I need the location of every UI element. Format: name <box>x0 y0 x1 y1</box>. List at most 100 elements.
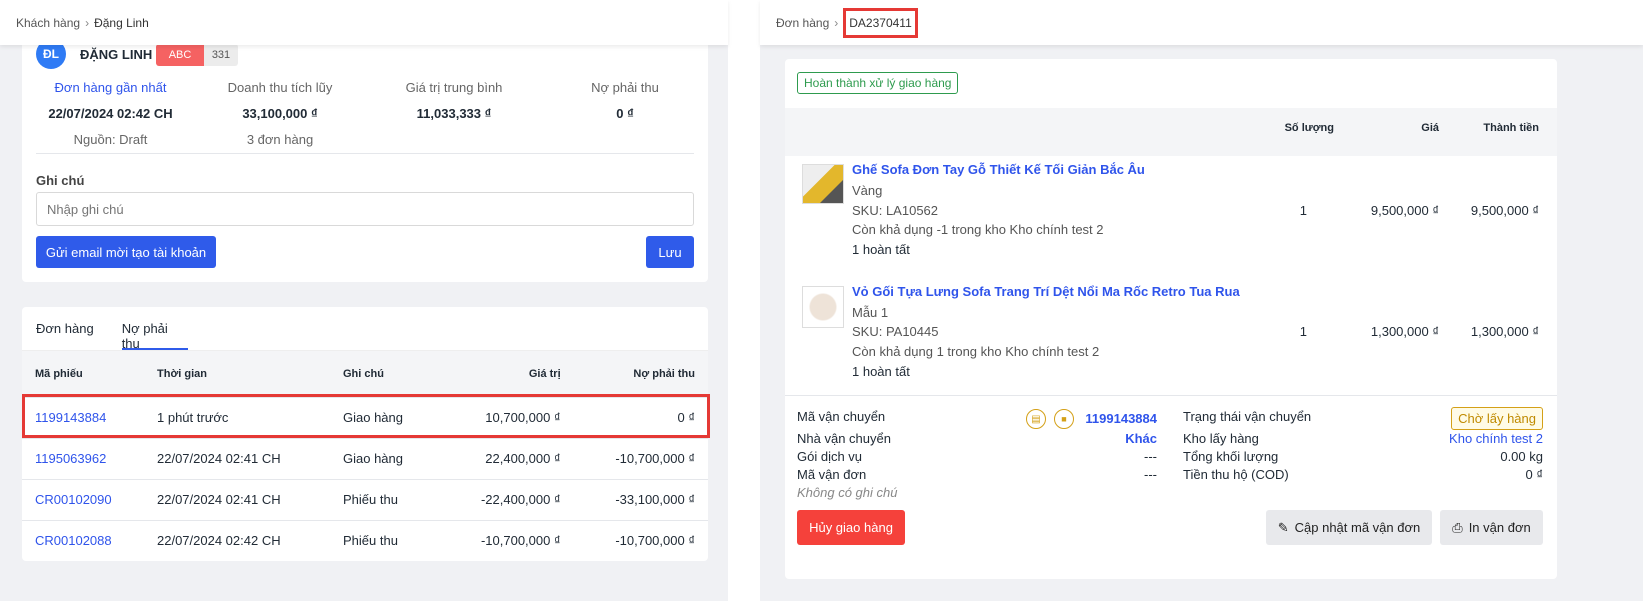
col-time: Thời gian <box>144 351 330 398</box>
carrier-value: Khác <box>1125 431 1157 446</box>
stat-average: Giá trị trung bình 11,033,333 ₫ <box>363 80 545 147</box>
line-item: Ghế Sofa Đơn Tay Gỗ Thiết Kế Tối Giản Bắ… <box>785 156 1557 279</box>
stat-debt: Nợ phải thu 0 ₫ <box>545 80 705 147</box>
debt-table: Mã phiếu Thời gian Ghi chú Giá trị Nợ phải t… <box>22 351 708 561</box>
product-stock: Còn khả dụng -1 trong kho Kho chính test… <box>852 222 1104 237</box>
stat-label: Nợ phải thu <box>591 80 659 95</box>
stat-value: 33,100,000 ₫ <box>242 106 318 121</box>
weight-value: 0.00 kg <box>1500 449 1543 464</box>
stats-row: Đơn hàng gần nhất 22/07/2024 02:42 CH Nguồ… <box>22 80 708 147</box>
col-code: Mã phiếu <box>22 351 144 398</box>
table-header: Mã phiếu Thời gian Ghi chú Giá trị Nợ phải t… <box>22 351 708 398</box>
service-value: --- <box>1144 449 1157 464</box>
tracking-label: Mã vận chuyển <box>797 409 886 424</box>
stat-value: 0 ₫ <box>616 106 634 121</box>
row-debt: -10,700,000 ₫ <box>573 438 708 480</box>
printer-icon: ⎙ <box>1452 519 1463 535</box>
print-waybill-label: In vận đơn <box>1468 520 1531 535</box>
product-qty: 1 <box>1299 203 1307 218</box>
table-row[interactable]: CR00102088 22/07/2024 02:42 CH Phiếu thu -1… <box>22 520 708 561</box>
waybill-value: --- <box>1144 467 1157 482</box>
invite-email-button[interactable]: Gửi email mời tạo tài khoản <box>36 236 216 268</box>
divider <box>785 395 1557 396</box>
customer-name: ĐẶNG LINH <box>80 47 153 62</box>
product-thumbnail-chair <box>802 164 844 204</box>
col-price: Giá <box>1421 122 1439 134</box>
stat-label[interactable]: Đơn hàng gần nhất <box>24 80 197 95</box>
shipping-status-label: Trạng thái vận chuyển <box>1183 409 1312 424</box>
tab-debt[interactable]: Nợ phải thu <box>121 307 188 351</box>
customer-tag: ABC <box>156 44 204 66</box>
shipping-note: Không có ghi chú <box>797 485 898 500</box>
warehouse-value[interactable]: Kho chính test 2 <box>1449 431 1543 446</box>
product-total: 1,300,000 ₫ <box>1470 324 1539 339</box>
warehouse-label: Kho lấy hàng <box>1183 431 1259 446</box>
cancel-shipment-button[interactable]: Hủy giao hàng <box>797 510 905 545</box>
row-value: 22,400,000 ₫ <box>439 438 574 480</box>
update-waybill-label: Cập nhật mã vận đơn <box>1294 520 1421 535</box>
line-item: Vỏ Gối Tựa Lưng Sofa Trang Trí Dệt Nổi M… <box>785 280 1557 395</box>
tracking-code[interactable]: 1199143884 <box>1085 411 1157 426</box>
stat-last-order: Đơn hàng gần nhất 22/07/2024 02:42 CH Nguồ… <box>22 80 197 147</box>
row-debt: -10,700,000 ₫ <box>573 520 708 561</box>
product-sku: SKU: PA10445 <box>852 324 939 339</box>
pencil-icon: ✎ <box>1277 519 1289 535</box>
print-waybill-button[interactable]: ⎙ In vận đơn <box>1440 510 1543 545</box>
product-name[interactable]: Ghế Sofa Đơn Tay Gỗ Thiết Kế Tối Giản Bắ… <box>852 162 1145 177</box>
row-code[interactable]: CR00102090 <box>22 479 144 521</box>
customer-card: ĐL ĐẶNG LINH ABC 331 Đơn hàng gần nhất 22… <box>22 30 708 282</box>
service-label: Gói dịch vụ <box>797 449 863 464</box>
stat-revenue: Doanh thu tích lũy 33,100,000 ₫ 3 đơn hàng <box>197 80 363 147</box>
product-price: 1,300,000 ₫ <box>1370 324 1439 339</box>
product-variant: Mẫu 1 <box>852 305 889 320</box>
row-time: 22/07/2024 02:42 CH <box>144 520 330 561</box>
weight-label: Tổng khối lượng <box>1183 449 1279 464</box>
update-waybill-button[interactable]: ✎ Cập nhật mã vận đơn <box>1266 510 1432 545</box>
row-value: -10,700,000 ₫ <box>439 520 574 561</box>
breadcrumb-orders[interactable]: Đơn hàng <box>776 16 829 30</box>
order-panel: Đơn hàng › DA2370411 Hoàn thành xử lý giao… <box>760 0 1643 601</box>
row-debt: -33,100,000 ₫ <box>573 479 708 521</box>
save-button[interactable]: Lưu <box>646 236 694 268</box>
row-time: 22/07/2024 02:41 CH <box>144 479 330 521</box>
copy-icon[interactable]: ▤ <box>1026 409 1046 429</box>
col-debt: Nợ phải thu <box>573 351 708 398</box>
tabs: Đơn hàng Nợ phải thu <box>22 307 708 351</box>
product-thumbnail-pillow <box>802 286 844 328</box>
col-qty: Số lượng <box>1284 122 1334 134</box>
product-qty: 1 <box>1299 324 1307 339</box>
table-row[interactable]: 1195063962 22/07/2024 02:41 CH Giao hàng 22… <box>22 438 708 480</box>
breadcrumb-customers[interactable]: Khách hàng <box>16 16 80 30</box>
product-stock: Còn khả dụng 1 trong kho Kho chính test … <box>852 344 1100 359</box>
row-time: 22/07/2024 02:41 CH <box>144 438 330 480</box>
shipping-status-badge: Chờ lấy hàng <box>1451 407 1543 430</box>
product-total: 9,500,000 ₫ <box>1470 203 1539 218</box>
stat-sub: 3 đơn hàng <box>246 132 314 147</box>
stat-value: 22/07/2024 02:42 CH <box>48 106 173 121</box>
waybill-label: Mã vận đơn <box>797 467 867 482</box>
bookmark-icon[interactable]: ■ <box>1054 409 1074 429</box>
highlight-box <box>22 394 710 438</box>
note-label: Ghi chú <box>36 173 85 188</box>
row-note: Phiếu thu <box>330 479 440 521</box>
product-sku: SKU: LA10562 <box>852 203 939 218</box>
order-breadcrumb: Đơn hàng › DA2370411 <box>760 0 1643 45</box>
cod-value: 0 ₫ <box>1525 467 1543 482</box>
fulfillment-status-badge: Hoàn thành xử lý giao hàng <box>797 72 959 94</box>
table-row[interactable]: CR00102090 22/07/2024 02:41 CH Phiếu thu -2… <box>22 479 708 521</box>
product-fulfilled: 1 hoàn tất <box>852 364 910 379</box>
row-note: Giao hàng <box>330 438 440 480</box>
divider <box>36 153 694 154</box>
product-name[interactable]: Vỏ Gối Tựa Lưng Sofa Trang Trí Dệt Nổi M… <box>852 284 1240 299</box>
row-code[interactable]: CR00102088 <box>22 520 144 561</box>
col-note: Ghi chú <box>330 351 440 398</box>
stat-label: Doanh thu tích lũy <box>227 80 333 95</box>
cod-label: Tiền thu hộ (COD) <box>1183 467 1289 482</box>
row-code[interactable]: 1195063962 <box>22 438 144 480</box>
stat-value: 11,033,333 ₫ <box>416 106 492 121</box>
note-input[interactable] <box>36 192 694 226</box>
breadcrumb-current: Đặng Linh <box>94 15 149 30</box>
row-note: Phiếu thu <box>330 520 440 561</box>
breadcrumb: Khách hàng › Đặng Linh <box>0 0 728 45</box>
tab-orders[interactable]: Đơn hàng <box>36 307 94 350</box>
